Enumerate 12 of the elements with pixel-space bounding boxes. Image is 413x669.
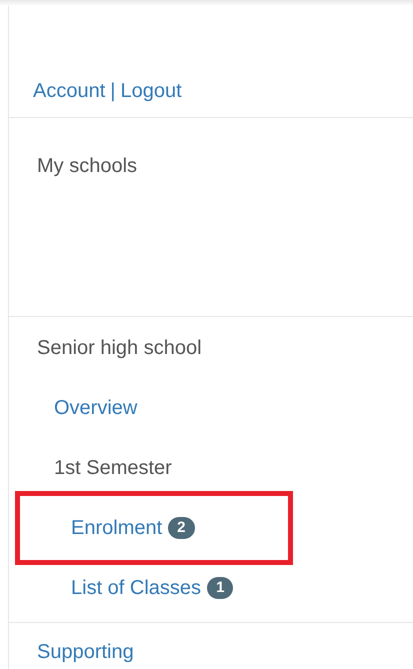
nav-link[interactable]: Overview	[54, 395, 138, 421]
nav-link[interactable]: Enrolment	[71, 515, 162, 541]
nav-link[interactable]: Supporting	[37, 641, 134, 663]
account-link[interactable]: Account	[33, 78, 106, 104]
count-badge: 2	[168, 517, 194, 539]
link-separator: |	[110, 79, 116, 104]
nav-link[interactable]: List of Classes	[71, 575, 202, 601]
logout-link[interactable]: Logout	[120, 78, 182, 104]
nav-heading: Senior high school	[37, 336, 202, 361]
section-heading: My schools	[37, 155, 138, 177]
nav-heading: 1st Semester	[54, 456, 172, 481]
count-badge: 1	[207, 577, 234, 599]
